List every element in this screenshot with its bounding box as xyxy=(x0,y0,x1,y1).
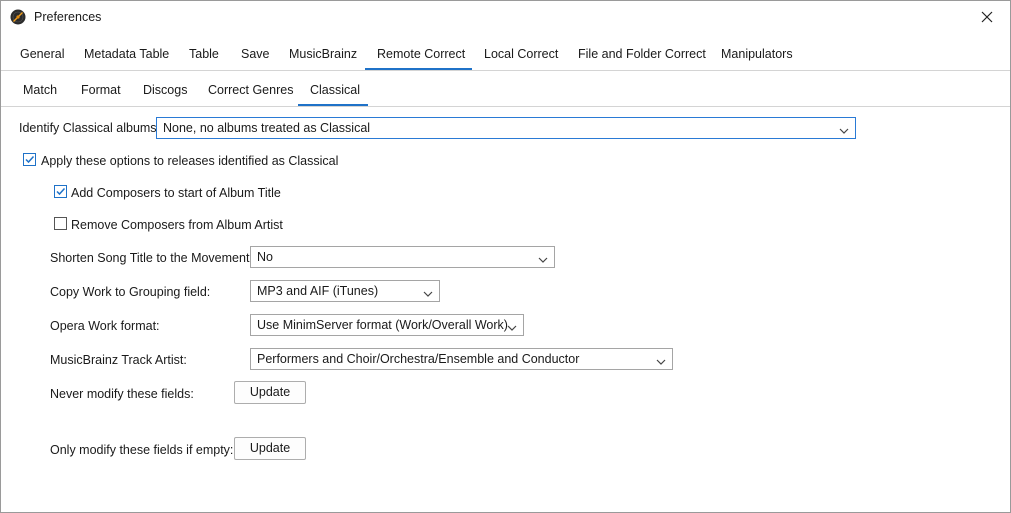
only-modify-label: Only modify these fields if empty: xyxy=(50,443,234,457)
identify-classical-value: None, no albums treated as Classical xyxy=(163,121,371,135)
preferences-window: Preferences General Metadata Table Table… xyxy=(0,0,1011,513)
tab-file-and-folder-correct[interactable]: File and Folder Correct xyxy=(566,35,718,70)
shorten-title-value: No xyxy=(257,250,273,264)
tab-manipulators[interactable]: Manipulators xyxy=(709,35,805,70)
subtab-discogs[interactable]: Discogs xyxy=(131,71,199,106)
opera-format-value: Use MinimServer format (Work/Overall Wor… xyxy=(257,318,508,332)
chevron-down-icon xyxy=(538,253,548,263)
add-composers-label: Add Composers to start of Album Title xyxy=(71,186,281,200)
subtab-correct-genres[interactable]: Correct Genres xyxy=(196,71,305,106)
tab-local-correct[interactable]: Local Correct xyxy=(472,35,570,70)
chevron-down-icon xyxy=(423,287,433,297)
identify-classical-dropdown[interactable]: None, no albums treated as Classical xyxy=(156,117,856,139)
subtab-classical[interactable]: Classical xyxy=(298,71,368,106)
copy-work-label: Copy Work to Grouping field: xyxy=(50,285,211,299)
apply-options-label: Apply these options to releases identifi… xyxy=(41,154,339,168)
identify-classical-label: Identify Classical albums : xyxy=(19,121,164,135)
opera-format-label: Opera Work format: xyxy=(50,319,160,333)
tab-general[interactable]: General xyxy=(8,35,76,70)
add-composers-checkbox[interactable] xyxy=(54,185,67,198)
shorten-title-label: Shorten Song Title to the Movement: xyxy=(50,251,253,265)
remove-composers-checkbox[interactable] xyxy=(54,217,67,230)
copy-work-value: MP3 and AIF (iTunes) xyxy=(257,284,379,298)
tab-save[interactable]: Save xyxy=(229,35,282,70)
tab-musicbrainz[interactable]: MusicBrainz xyxy=(277,35,369,70)
track-artist-label: MusicBrainz Track Artist: xyxy=(50,353,187,367)
copy-work-dropdown[interactable]: MP3 and AIF (iTunes) xyxy=(250,280,440,302)
apply-options-checkbox[interactable] xyxy=(23,153,36,166)
subtab-match[interactable]: Match xyxy=(11,71,69,106)
track-artist-value: Performers and Choir/Orchestra/Ensemble … xyxy=(257,352,580,366)
opera-format-dropdown[interactable]: Use MinimServer format (Work/Overall Wor… xyxy=(250,314,524,336)
window-title: Preferences xyxy=(34,10,102,24)
close-icon[interactable] xyxy=(978,8,996,26)
never-modify-update-button[interactable]: Update xyxy=(234,381,306,404)
subtab-format[interactable]: Format xyxy=(69,71,133,106)
main-tab-bar: General Metadata Table Table Save MusicB… xyxy=(1,35,1010,71)
shorten-title-dropdown[interactable]: No xyxy=(250,246,555,268)
never-modify-label: Never modify these fields: xyxy=(50,387,194,401)
chevron-down-icon xyxy=(507,321,517,331)
track-artist-dropdown[interactable]: Performers and Choir/Orchestra/Ensemble … xyxy=(250,348,673,370)
only-modify-update-button[interactable]: Update xyxy=(234,437,306,460)
title-bar: Preferences xyxy=(1,1,1010,34)
tab-remote-correct[interactable]: Remote Correct xyxy=(365,35,472,70)
record-disc-icon xyxy=(10,9,26,25)
sub-tab-bar: Match Format Discogs Correct Genres Clas… xyxy=(1,71,1010,107)
remove-composers-label: Remove Composers from Album Artist xyxy=(71,218,283,232)
tab-table[interactable]: Table xyxy=(177,35,231,70)
tab-metadata-table[interactable]: Metadata Table xyxy=(72,35,181,70)
chevron-down-icon xyxy=(839,124,849,134)
chevron-down-icon xyxy=(656,355,666,365)
